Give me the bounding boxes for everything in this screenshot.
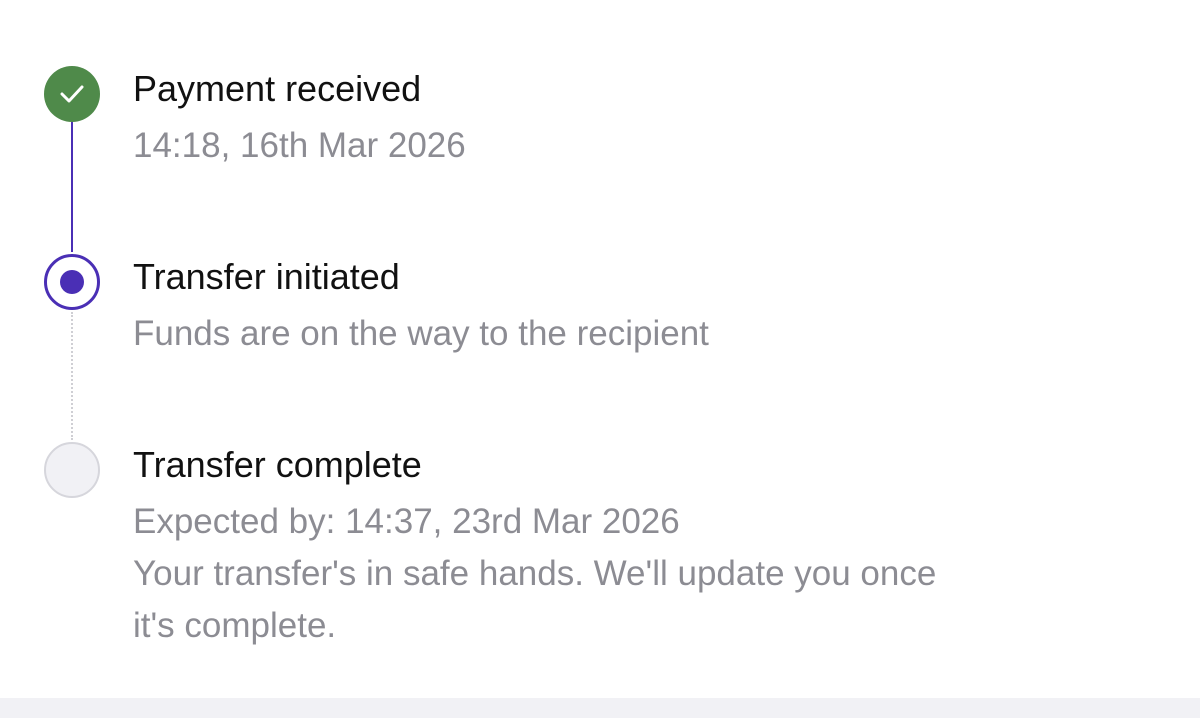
bottom-divider-strip [0,698,1200,718]
step-title-transfer-complete: Transfer complete [133,444,422,485]
transfer-status-timeline: Payment received 14:18, 16th Mar 2026 Tr… [0,0,1200,700]
step-note-line-2: it's complete. [133,606,337,645]
check-icon [60,85,84,103]
step-note-line-1: Your transfer's in safe hands. We'll upd… [133,554,937,593]
current-dot-icon [60,270,84,294]
pending-circle-icon [44,442,100,498]
step-description-transfer-initiated: Funds are on the way to the recipient [133,314,709,353]
completed-connector-line [71,118,73,252]
step-timestamp-payment-received: 14:18, 16th Mar 2026 [133,126,466,165]
step-title-payment-received: Payment received [133,68,422,109]
step-title-transfer-initiated: Transfer initiated [133,256,400,297]
step-current-marker [44,254,100,310]
step-expected-time-transfer-complete: Expected by: 14:37, 23rd Mar 2026 [133,502,680,541]
pending-connector-line [71,312,73,440]
step-complete-marker [44,66,100,122]
